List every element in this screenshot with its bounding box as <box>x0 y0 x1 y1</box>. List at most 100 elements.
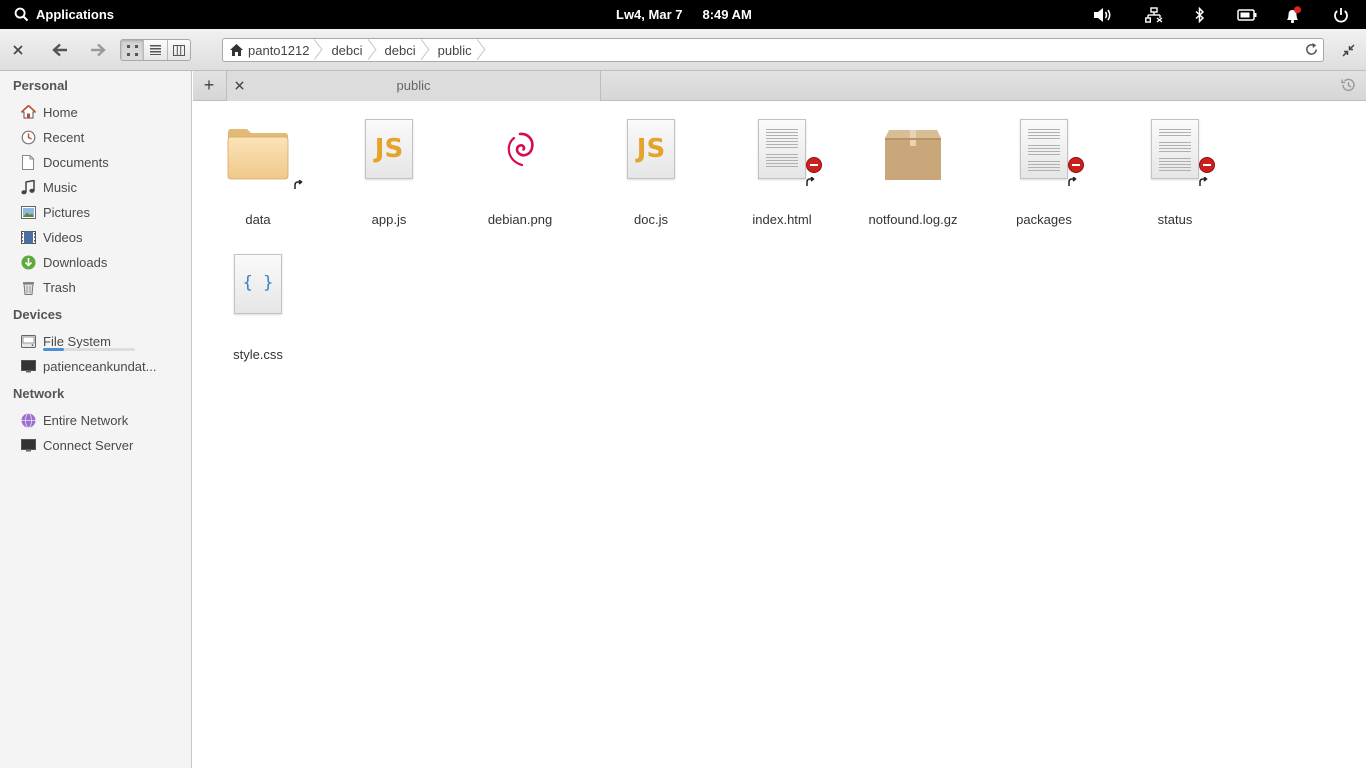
close-window-button[interactable] <box>8 40 28 60</box>
new-tab-button[interactable]: + <box>193 71 225 100</box>
sidebar-item-recent[interactable]: Recent <box>20 126 84 148</box>
breadcrumb-label: debci <box>331 42 363 58</box>
text-file-icon <box>722 114 842 204</box>
text-file-icon <box>1115 114 1235 204</box>
breadcrumb-label: debci <box>384 42 416 58</box>
power-icon <box>1334 7 1348 22</box>
sidebar-item-label: Entire Network <box>43 412 129 428</box>
sidebar-item-label: Home <box>43 104 78 120</box>
sidebar-item-trash[interactable]: Trash <box>20 276 76 298</box>
file-item-packages[interactable]: packages <box>984 114 1104 227</box>
videos-icon <box>20 229 36 245</box>
downloads-icon <box>20 254 36 270</box>
icon-view-button[interactable] <box>121 40 145 60</box>
sidebar-item-remote-computer[interactable]: patienceankundat... <box>20 355 156 377</box>
toolbar: panto1212 debci debci public <box>0 29 1366 71</box>
breadcrumb-public[interactable]: public <box>430 39 486 61</box>
volume-icon <box>1094 7 1111 22</box>
network-indicator[interactable] <box>1141 0 1167 29</box>
tab-label: public <box>396 78 431 93</box>
closed-tabs-button[interactable] <box>1340 77 1356 96</box>
file-name: notfound.log.gz <box>868 212 958 227</box>
file-item-notfound-log-gz[interactable]: notfound.log.gz <box>853 114 973 227</box>
wired-network-icon <box>1145 6 1163 23</box>
applications-menu[interactable]: Applications <box>14 0 114 29</box>
breadcrumb-label: public <box>437 42 472 58</box>
sidebar-item-documents[interactable]: Documents <box>20 151 109 173</box>
sidebar-item-entire-network[interactable]: Entire Network <box>20 409 128 431</box>
file-name: debian.png <box>487 212 553 227</box>
file-name: status <box>1157 212 1193 227</box>
file-item-data[interactable]: data <box>198 114 318 227</box>
view-mode-switcher <box>120 39 191 61</box>
history-icon <box>1341 78 1355 92</box>
file-item-style-css[interactable]: { } style.css <box>198 249 318 362</box>
drive-icon <box>20 333 36 349</box>
file-name: app.js <box>371 212 407 227</box>
sidebar-item-label: Pictures <box>43 204 90 220</box>
file-item-app-js[interactable]: JS app.js <box>329 114 449 227</box>
file-item-index-html[interactable]: index.html <box>722 114 842 227</box>
column-view-button[interactable] <box>168 40 190 60</box>
css-file-icon: { } <box>198 249 318 339</box>
file-item-status[interactable]: status <box>1115 114 1235 227</box>
bluetooth-indicator[interactable] <box>1187 0 1213 29</box>
sidebar-item-connect-server[interactable]: Connect Server <box>20 434 133 456</box>
panel-clock[interactable]: Lw4, Mar 7 8:49 AM <box>616 0 752 29</box>
unmaximize-icon <box>1341 43 1355 57</box>
breadcrumb-debci-sub[interactable]: debci <box>377 39 430 61</box>
file-name: index.html <box>752 212 812 227</box>
arrow-left-icon <box>52 43 67 57</box>
sidebar-item-videos[interactable]: Videos <box>20 226 83 248</box>
sidebar-item-music[interactable]: Music <box>20 176 77 198</box>
sound-indicator[interactable] <box>1090 0 1116 29</box>
sidebar-item-downloads[interactable]: Downloads <box>20 251 107 273</box>
music-icon <box>20 179 36 195</box>
list-view-button[interactable] <box>144 40 168 60</box>
tab-public[interactable]: public <box>226 71 601 101</box>
sidebar-item-label: Downloads <box>43 254 108 270</box>
unreadable-emblem-icon <box>1199 157 1215 173</box>
breadcrumb-home[interactable]: panto1212 <box>223 39 323 61</box>
sidebar-item-label: Music <box>43 179 77 195</box>
battery-icon <box>1237 8 1257 21</box>
breadcrumb-debci[interactable]: debci <box>323 39 376 61</box>
applications-label: Applications <box>36 7 115 22</box>
file-name: data <box>245 212 271 227</box>
notifications-indicator[interactable] <box>1280 0 1306 29</box>
symlink-emblem-icon <box>1199 177 1208 186</box>
bluetooth-icon <box>1195 6 1205 23</box>
sidebar: Personal Home Recent Documents Music Pic… <box>0 71 192 768</box>
documents-icon <box>20 154 36 170</box>
reload-button[interactable] <box>1304 42 1319 60</box>
session-indicator[interactable] <box>1328 0 1354 29</box>
recent-icon <box>20 129 36 145</box>
tab-bar: + public <box>193 71 1366 101</box>
javascript-file-icon: JS <box>591 114 711 204</box>
sidebar-section-devices: Devices <box>13 307 63 322</box>
text-file-icon <box>984 114 1104 204</box>
home-icon <box>20 104 36 120</box>
restore-window-button[interactable] <box>1338 40 1358 60</box>
file-name: packages <box>1016 212 1072 227</box>
network-icon <box>20 412 36 428</box>
symlink-emblem-icon <box>806 177 815 186</box>
debian-swirl-icon <box>460 114 580 204</box>
sidebar-item-home[interactable]: Home <box>20 101 78 123</box>
pictures-icon <box>20 204 36 220</box>
forward-button[interactable] <box>86 39 110 61</box>
back-button[interactable] <box>48 39 72 61</box>
power-indicator[interactable] <box>1234 0 1260 29</box>
columns-icon <box>172 44 185 56</box>
refresh-icon <box>1306 42 1317 55</box>
disk-usage-fill <box>43 348 65 351</box>
file-item-doc-js[interactable]: JS doc.js <box>591 114 711 227</box>
top-panel: Applications Lw4, Mar 7 8:49 AM <box>0 0 1366 29</box>
unreadable-emblem-icon <box>806 157 822 173</box>
file-view[interactable]: data JS app.js debian.png JS doc.js inde… <box>193 101 1366 768</box>
file-item-debian-png[interactable]: debian.png <box>460 114 580 227</box>
sidebar-item-label: Connect Server <box>43 437 134 453</box>
sidebar-item-pictures[interactable]: Pictures <box>20 201 90 223</box>
location-bar[interactable]: panto1212 debci debci public <box>222 38 1324 62</box>
server-icon <box>20 437 36 453</box>
